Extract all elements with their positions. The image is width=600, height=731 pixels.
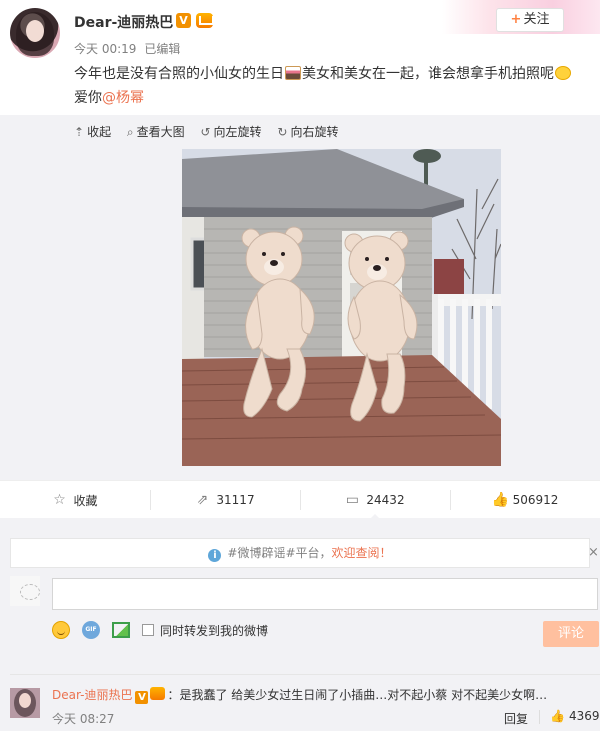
post-text-part3: 爱你	[74, 90, 102, 106]
rotate-left-label: 向左旋转	[213, 125, 262, 139]
comment-tools: GIF 同时转发到我的微博	[52, 620, 268, 640]
bears-dancing-photo	[182, 149, 501, 466]
collapse-icon: ⇡	[74, 125, 85, 139]
avatar-placeholder	[20, 584, 40, 600]
birthday-cake-icon	[285, 66, 301, 80]
repost-option-label: 同时转发到我的微博	[160, 623, 269, 638]
rotate-left-icon: ↺	[200, 125, 211, 139]
follow-label: 关注	[523, 12, 550, 27]
username[interactable]: Dear-迪丽热巴	[74, 12, 173, 32]
comment-time: 今天 08:27	[52, 712, 115, 726]
view-large-label: 查看大图	[136, 125, 185, 139]
notice-text: #微博辟谣#平台，	[227, 546, 332, 560]
my-avatar	[10, 576, 40, 606]
divider	[539, 710, 540, 724]
avatar-face	[26, 20, 44, 42]
gif-icon[interactable]: GIF	[82, 621, 100, 639]
favorite-button[interactable]: ☆ 收藏	[0, 481, 150, 519]
repost-checkbox[interactable]	[142, 624, 154, 636]
post-text-part2: 美女和美女在一起，谁会想拿手机拍照呢	[302, 66, 554, 82]
crown-icon	[150, 687, 166, 700]
view-large-button[interactable]: ⌕ 查看大图	[127, 123, 185, 140]
collapse-label: 收起	[87, 125, 112, 139]
follow-button[interactable]: + 关注	[496, 8, 564, 32]
post-image[interactable]	[182, 149, 501, 466]
mention-link[interactable]: @杨幂	[102, 90, 144, 106]
close-icon[interactable]: ×	[588, 545, 599, 560]
post-header: Dear-迪丽热巴 V 今天 00:19 已编辑 今年也是没有合照的小仙女的生日 美…	[0, 0, 600, 115]
action-bar: ☆ 收藏 ⇗ 31117 ▭ 24432 👍 506912	[0, 480, 600, 520]
avatar[interactable]	[10, 8, 60, 58]
repost-button[interactable]: ⇗ 31117	[150, 481, 300, 519]
submit-comment-button[interactable]: 评论	[543, 621, 599, 647]
like-button[interactable]: 👍 506912	[450, 481, 600, 519]
comment-like-count: 4369	[568, 709, 600, 723]
comment-button[interactable]: ▭ 24432	[300, 481, 450, 520]
media-section: ⇡ 收起 ⌕ 查看大图 ↺ 向左旋转 ↻ 向右旋转	[0, 115, 600, 480]
collapse-button[interactable]: ⇡ 收起	[74, 123, 111, 140]
repost-count: 31117	[216, 493, 255, 507]
comment-count: 24432	[366, 493, 405, 507]
rotate-left-button[interactable]: ↺ 向左旋转	[200, 123, 261, 140]
emoji-icon[interactable]	[52, 621, 70, 639]
image-icon[interactable]	[112, 622, 130, 638]
media-toolbar: ⇡ 收起 ⌕ 查看大图 ↺ 向左旋转 ↻ 向右旋转	[74, 123, 350, 140]
avatar-face	[19, 693, 31, 708]
divider	[10, 674, 600, 675]
post-text: 今年也是没有合照的小仙女的生日 美女和美女在一起，谁会想拿手机拍照呢 爱你@杨幂	[74, 62, 594, 110]
smile-emoji-icon	[555, 66, 571, 80]
verified-icon: V	[135, 691, 149, 704]
commenter-name[interactable]: Dear-迪丽热巴	[52, 688, 132, 702]
comment-text: ：是我蠢了 给美少女过生日闹了小插曲…对不起小蔡 对不起美少女啊…	[167, 688, 548, 702]
rotate-right-label: 向右旋转	[290, 125, 339, 139]
post-time[interactable]: 今天 00:19	[74, 42, 136, 56]
rotate-right-icon: ↻	[277, 125, 288, 139]
rotate-right-button[interactable]: ↻ 向右旋转	[277, 123, 338, 140]
thumbs-up-icon: 👍	[491, 492, 510, 508]
magnifier-icon: ⌕	[126, 125, 134, 139]
post-meta: 今天 00:19 已编辑	[74, 40, 180, 57]
crown-icon	[196, 13, 214, 28]
comment-section: i #微博辟谣#平台，欢迎查阅！ × GIF 同时转发到我的微博 评论 Dear-…	[0, 518, 600, 731]
verified-icon: V	[176, 13, 191, 28]
rumor-notice: i #微博辟谣#平台，欢迎查阅！	[10, 538, 590, 568]
commenter-avatar[interactable]	[10, 688, 40, 718]
comment-like-button[interactable]: 👍 4369	[550, 709, 600, 723]
notice-link[interactable]: 欢迎查阅！	[332, 546, 392, 560]
reply-button[interactable]: 回复	[504, 710, 528, 727]
post-text-part1: 今年也是没有合照的小仙女的生日	[74, 66, 284, 82]
edited-label[interactable]: 已编辑	[144, 42, 180, 56]
favorite-label: 收藏	[73, 493, 98, 508]
star-icon: ☆	[53, 492, 66, 508]
repost-icon: ⇗	[196, 492, 209, 508]
comment-item: Dear-迪丽热巴 V ：是我蠢了 给美少女过生日闹了小插曲…对不起小蔡 对不起美少…	[52, 686, 547, 704]
info-icon: i	[208, 549, 222, 562]
plus-icon: +	[510, 12, 522, 27]
comment-icon: ▭	[345, 492, 360, 508]
like-count: 506912	[512, 493, 559, 507]
thumbs-up-icon: 👍	[550, 709, 565, 723]
comment-input[interactable]	[52, 578, 598, 610]
